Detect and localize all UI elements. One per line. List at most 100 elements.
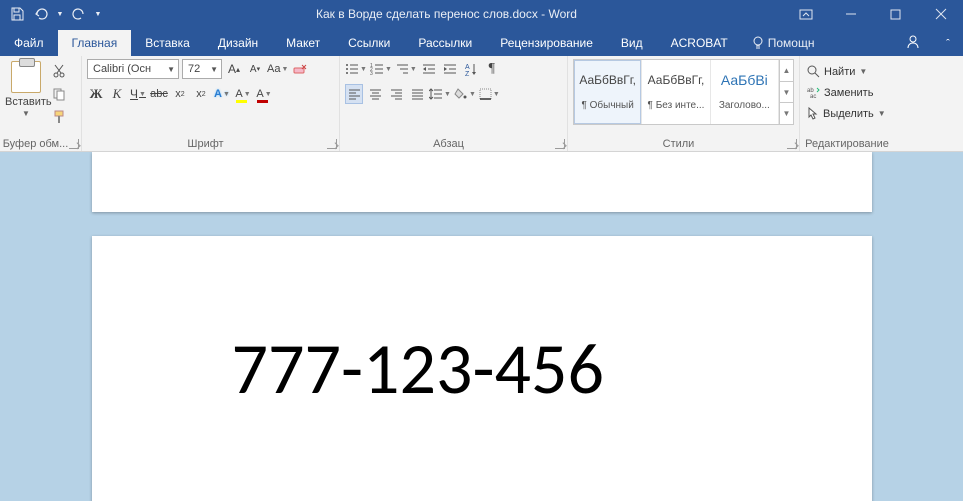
show-marks-button[interactable]: ¶ (483, 59, 501, 79)
tab-design[interactable]: Дизайн (204, 30, 272, 56)
chevron-down-icon: ▼ (210, 65, 218, 74)
numbering-button[interactable]: 123▼ (370, 59, 392, 79)
group-editing-label: Редактирование (800, 138, 894, 150)
chevron-down-icon: ▼ (167, 65, 175, 74)
sort-button[interactable]: AZ (462, 59, 480, 79)
tab-layout[interactable]: Макет (272, 30, 334, 56)
change-case-button[interactable]: Aa▼ (267, 59, 288, 79)
styles-scroll-down-icon[interactable]: ▼ (780, 82, 793, 104)
align-left-button[interactable] (345, 84, 363, 104)
window-title: Как в Ворде сделать перенос слов.docx - … (110, 7, 783, 21)
styles-expand-icon[interactable]: ▼ (780, 103, 793, 124)
font-color-button[interactable]: A▼ (255, 84, 273, 104)
shrink-font-button[interactable]: A▾ (246, 59, 264, 79)
maximize-icon[interactable] (873, 0, 918, 28)
page-current[interactable]: 777-123-456 (92, 236, 872, 501)
minimize-icon[interactable] (828, 0, 873, 28)
page-previous[interactable] (92, 152, 872, 212)
document-text[interactable]: 777-123-456 (232, 332, 816, 408)
group-styles-label: Стили (568, 138, 789, 150)
style-heading1[interactable]: АаБбВі Заголово... (711, 60, 779, 124)
font-launcher-icon[interactable] (327, 139, 337, 149)
clipboard-launcher-icon[interactable] (69, 139, 79, 149)
multilevel-list-button[interactable]: ▼ (395, 59, 417, 79)
tab-home[interactable]: Главная (58, 30, 132, 56)
styles-scroll: ▲ ▼ ▼ (779, 60, 793, 124)
paste-button[interactable]: Вставить ▼ (5, 59, 47, 118)
styles-gallery[interactable]: АаБбВвГг, ¶ Обычный АаБбВвГг, ¶ Без инте… (573, 59, 794, 125)
bullets-button[interactable]: ▼ (345, 59, 367, 79)
group-font: Calibri (Осн▼ 72▼ A▴ A▾ Aa▼ Ж К Ч▼ abc x… (82, 56, 340, 151)
style-nospacing[interactable]: АаБбВвГг, ¶ Без инте... (642, 60, 710, 124)
paste-icon (11, 61, 41, 93)
undo-icon[interactable] (32, 5, 50, 23)
find-button[interactable]: Найти▼ (805, 61, 869, 82)
font-name-combo[interactable]: Calibri (Осн▼ (87, 59, 179, 79)
cut-icon[interactable] (49, 62, 69, 80)
borders-button[interactable]: ▼ (479, 84, 500, 104)
underline-button[interactable]: Ч▼ (129, 84, 147, 104)
document-canvas[interactable]: 777-123-456 (0, 152, 963, 501)
tab-file[interactable]: Файл (0, 30, 58, 56)
quick-access-toolbar: ▼ ▼ (0, 5, 110, 23)
group-paragraph-label: Абзац (340, 138, 557, 150)
line-spacing-button[interactable]: ▼ (429, 84, 451, 104)
styles-launcher-icon[interactable] (787, 139, 797, 149)
superscript-button[interactable]: x2 (192, 84, 210, 104)
paragraph-launcher-icon[interactable] (555, 139, 565, 149)
tab-view[interactable]: Вид (607, 30, 657, 56)
collapse-ribbon-icon[interactable]: ˆ (933, 32, 963, 56)
lightbulb-icon (752, 36, 764, 50)
customize-qat-icon[interactable]: ▼ (94, 5, 102, 23)
clear-formatting-icon[interactable] (291, 59, 309, 79)
svg-text:3: 3 (370, 71, 373, 75)
align-right-button[interactable] (387, 84, 405, 104)
highlight-button[interactable]: A▼ (234, 84, 252, 104)
svg-text:Z: Z (465, 71, 470, 76)
search-icon (807, 65, 820, 78)
decrease-indent-button[interactable] (420, 59, 438, 79)
tell-me[interactable]: Помощн (742, 30, 825, 56)
tell-me-label: Помощн (768, 36, 815, 50)
increase-indent-button[interactable] (441, 59, 459, 79)
tab-references[interactable]: Ссылки (334, 30, 404, 56)
svg-text:A: A (465, 64, 470, 71)
italic-button[interactable]: К (108, 84, 126, 104)
styles-scroll-up-icon[interactable]: ▲ (780, 60, 793, 82)
close-icon[interactable] (918, 0, 963, 28)
strikethrough-button[interactable]: abc (150, 84, 168, 104)
align-center-button[interactable] (366, 84, 384, 104)
paste-label: Вставить (5, 96, 47, 108)
text-effects-button[interactable]: A▼ (213, 84, 231, 104)
title-bar: ▼ ▼ Как в Ворде сделать перенос слов.doc… (0, 0, 963, 28)
replace-button[interactable]: abac Заменить (805, 82, 875, 103)
ribbon-tabs: Файл Главная Вставка Дизайн Макет Ссылки… (0, 28, 963, 56)
paste-dropdown-icon[interactable]: ▼ (5, 109, 47, 118)
svg-text:ac: ac (810, 94, 816, 99)
style-normal[interactable]: АаБбВвГг, ¶ Обычный (574, 60, 642, 124)
tab-acrobat[interactable]: ACROBAT (657, 30, 742, 56)
shading-button[interactable]: ▼ (454, 84, 476, 104)
ribbon: Вставить ▼ Буфер обм... Calibri (Осн▼ 72… (0, 56, 963, 152)
group-clipboard-label: Буфер обм... (0, 138, 71, 150)
format-painter-icon[interactable] (49, 108, 69, 126)
save-icon[interactable] (8, 5, 26, 23)
tab-mailings[interactable]: Рассылки (404, 30, 486, 56)
undo-dropdown-icon[interactable]: ▼ (56, 5, 64, 23)
share-icon[interactable] (893, 28, 933, 56)
subscript-button[interactable]: x2 (171, 84, 189, 104)
ribbon-display-options-icon[interactable] (783, 0, 828, 28)
bold-button[interactable]: Ж (87, 84, 105, 104)
group-styles: АаБбВвГг, ¶ Обычный АаБбВвГг, ¶ Без инте… (568, 56, 800, 151)
group-paragraph: ▼ 123▼ ▼ AZ ¶ ▼ ▼ ▼ Абзац (340, 56, 568, 151)
grow-font-button[interactable]: A▴ (225, 59, 243, 79)
select-icon (807, 107, 819, 120)
tab-review[interactable]: Рецензирование (486, 30, 607, 56)
replace-icon: abac (807, 86, 820, 99)
copy-icon[interactable] (49, 85, 69, 103)
justify-button[interactable] (408, 84, 426, 104)
redo-icon[interactable] (70, 5, 88, 23)
font-size-combo[interactable]: 72▼ (182, 59, 222, 79)
select-button[interactable]: Выделить▼ (805, 103, 888, 124)
tab-insert[interactable]: Вставка (131, 30, 204, 56)
